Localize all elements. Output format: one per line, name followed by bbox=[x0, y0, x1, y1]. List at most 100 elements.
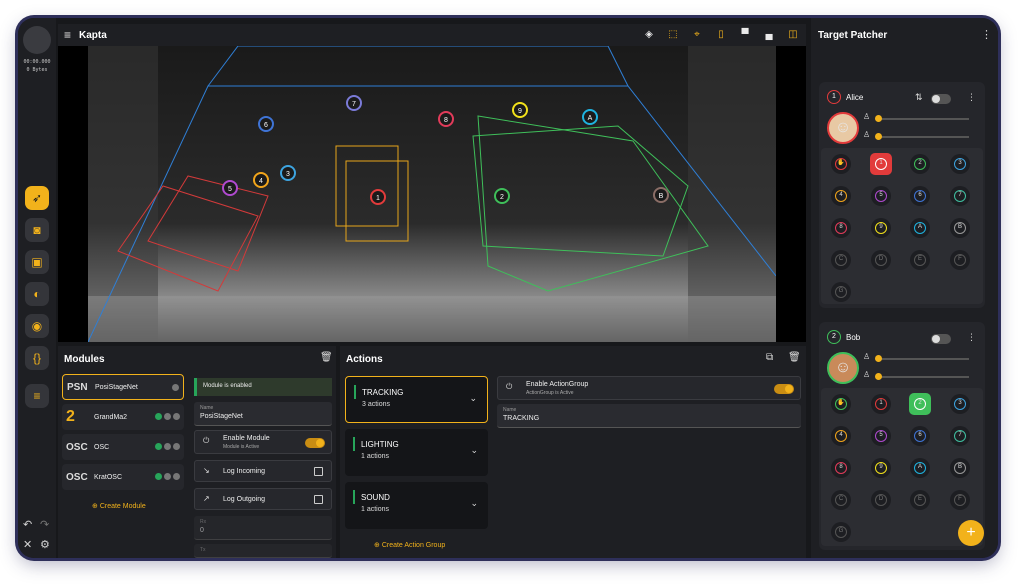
chip-g[interactable]: G bbox=[831, 522, 851, 542]
target-toggle[interactable] bbox=[931, 94, 951, 104]
chip-7[interactable]: 7 bbox=[950, 186, 970, 206]
chip-4[interactable]: 4 bbox=[831, 186, 851, 206]
chip-8[interactable]: 8 bbox=[831, 458, 851, 478]
module-item-kratosc[interactable]: OSC KratOSC bbox=[62, 464, 184, 490]
chip-c[interactable]: C bbox=[831, 250, 851, 270]
gear-icon[interactable]: ⚙ bbox=[40, 538, 50, 551]
undo-icon[interactable]: ↶ bbox=[23, 518, 32, 531]
sort-icon[interactable]: ⇅ bbox=[915, 92, 923, 103]
enable-module-toggle[interactable] bbox=[305, 438, 325, 448]
marker-8[interactable]: 8 bbox=[438, 111, 454, 127]
transform-icon[interactable]: ⬚ bbox=[666, 28, 680, 42]
chip-9[interactable]: 9 bbox=[871, 458, 891, 478]
marker-a[interactable]: A bbox=[582, 109, 598, 125]
chip-e[interactable]: E bbox=[910, 250, 930, 270]
actiongroup-name-field[interactable]: Name TRACKING bbox=[497, 404, 801, 428]
chevron-down-icon[interactable]: ⌄ bbox=[470, 498, 478, 509]
device-icon[interactable]: ▯ bbox=[714, 28, 728, 42]
marker-b[interactable]: B bbox=[653, 187, 669, 203]
marker-5[interactable]: 5 bbox=[222, 180, 238, 196]
chip-6[interactable]: 6 bbox=[910, 186, 930, 206]
hamburger-icon[interactable]: ≡ bbox=[64, 28, 71, 42]
chevron-down-icon[interactable]: ⌄ bbox=[469, 393, 477, 404]
lasso-icon[interactable]: ⌖ bbox=[690, 28, 704, 42]
hand-chip[interactable]: ✋ bbox=[831, 394, 851, 414]
marker-2[interactable]: 2 bbox=[494, 188, 510, 204]
trash-icon[interactable]: 🗑 bbox=[320, 352, 333, 363]
enable-actiongroup-row[interactable]: ⏻ Enable ActionGroup ActionGroup is Acti… bbox=[497, 376, 801, 400]
action-group-sound[interactable]: SOUND 1 actions ⌄ bbox=[345, 482, 488, 529]
chip-a[interactable]: A bbox=[910, 218, 930, 238]
log-outgoing-row[interactable]: ↗ Log Outgoing bbox=[194, 488, 332, 510]
marker-9[interactable]: 9 bbox=[512, 102, 528, 118]
chip-5[interactable]: 5 bbox=[871, 186, 891, 206]
target-toggle[interactable] bbox=[931, 334, 951, 344]
log-outgoing-checkbox[interactable] bbox=[314, 495, 323, 504]
slider-row[interactable]: ♙ bbox=[863, 352, 973, 364]
layers-icon[interactable]: ◈ bbox=[642, 28, 656, 42]
menu-icon[interactable]: ≡ bbox=[25, 384, 49, 408]
chip-a[interactable]: A bbox=[910, 458, 930, 478]
window-bottom-icon[interactable]: ▄ bbox=[762, 28, 776, 42]
chip-3[interactable]: 3 bbox=[950, 394, 970, 414]
chip-6[interactable]: 6 bbox=[910, 426, 930, 446]
module-item-osc[interactable]: OSC OSC bbox=[62, 434, 184, 460]
chip-1[interactable]: 1 bbox=[871, 394, 891, 414]
rocket-icon[interactable]: ➶ bbox=[25, 186, 49, 210]
chip-f[interactable]: F bbox=[950, 490, 970, 510]
create-action-group-link[interactable]: ⊕ Create Action Group bbox=[374, 541, 445, 549]
marker-1[interactable]: 1 bbox=[370, 189, 386, 205]
chip-g[interactable]: G bbox=[831, 282, 851, 302]
module-name-field[interactable]: Name PosiStageNet bbox=[194, 402, 332, 426]
marker-4[interactable]: 4 bbox=[253, 172, 269, 188]
patcher-more-icon[interactable]: ⋮ bbox=[981, 28, 992, 41]
trash-icon[interactable]: 🗑 bbox=[788, 352, 801, 363]
redo-icon[interactable]: ↷ bbox=[40, 518, 49, 531]
split-icon[interactable]: ◫ bbox=[786, 28, 800, 42]
target-more-icon[interactable]: ⋮ bbox=[967, 332, 976, 343]
chevron-down-icon[interactable]: ⌄ bbox=[470, 445, 478, 456]
action-group-lighting[interactable]: LIGHTING 1 actions ⌄ bbox=[345, 429, 488, 476]
crosshair-icon[interactable]: ✕ bbox=[23, 538, 32, 551]
log-incoming-checkbox[interactable] bbox=[314, 467, 323, 476]
chip-1[interactable]: 1 bbox=[870, 153, 892, 175]
chip-9[interactable]: 9 bbox=[871, 218, 891, 238]
chip-c[interactable]: C bbox=[831, 490, 851, 510]
hand-chip[interactable]: ✋ bbox=[831, 154, 851, 174]
bounding-box-icon[interactable]: ▣ bbox=[25, 250, 49, 274]
duplicate-icon[interactable]: ⧉ bbox=[766, 352, 773, 363]
record-button[interactable] bbox=[23, 26, 51, 54]
slider-row[interactable]: ♙ bbox=[863, 370, 973, 382]
chip-b[interactable]: B bbox=[950, 218, 970, 238]
marker-6[interactable]: 6 bbox=[258, 116, 274, 132]
chip-d[interactable]: D bbox=[871, 490, 891, 510]
target-more-icon[interactable]: ⋮ bbox=[967, 92, 976, 103]
camera-view[interactable]: 7 9 A 6 8 4 3 5 1 2 B bbox=[88, 46, 776, 342]
chip-5[interactable]: 5 bbox=[871, 426, 891, 446]
chip-7[interactable]: 7 bbox=[950, 426, 970, 446]
enable-module-row[interactable]: ⏻ Enable Module Module is Active bbox=[194, 430, 332, 454]
slider-row[interactable]: ♙ bbox=[863, 130, 973, 142]
chip-b[interactable]: B bbox=[950, 458, 970, 478]
add-target-button[interactable]: + bbox=[958, 520, 984, 546]
play-circle-icon[interactable]: ◐ bbox=[25, 282, 49, 306]
chip-8[interactable]: 8 bbox=[831, 218, 851, 238]
chip-2[interactable]: 2 bbox=[910, 154, 930, 174]
slider-row[interactable]: ♙ bbox=[863, 112, 973, 124]
marker-3[interactable]: 3 bbox=[280, 165, 296, 181]
chip-d[interactable]: D bbox=[871, 250, 891, 270]
window-top-icon[interactable]: ▀ bbox=[738, 28, 752, 42]
marker-7[interactable]: 7 bbox=[346, 95, 362, 111]
broadcast-icon[interactable]: ◉ bbox=[25, 314, 49, 338]
module-item-posistagenet[interactable]: PSN PosiStageNet bbox=[62, 374, 184, 400]
create-module-link[interactable]: ⊕ Create Module bbox=[92, 502, 146, 510]
braces-icon[interactable]: {} bbox=[25, 346, 49, 370]
chip-3[interactable]: 3 bbox=[950, 154, 970, 174]
log-incoming-row[interactable]: ↘ Log Incoming bbox=[194, 460, 332, 482]
action-group-tracking[interactable]: TRACKING 3 actions ⌄ bbox=[345, 376, 488, 423]
chip-e[interactable]: E bbox=[910, 490, 930, 510]
chip-4[interactable]: 4 bbox=[831, 426, 851, 446]
module-item-grandma2[interactable]: 2 GrandMa2 bbox=[62, 404, 184, 430]
camera-icon[interactable]: ◙ bbox=[25, 218, 49, 242]
enable-actiongroup-toggle[interactable] bbox=[774, 384, 794, 394]
